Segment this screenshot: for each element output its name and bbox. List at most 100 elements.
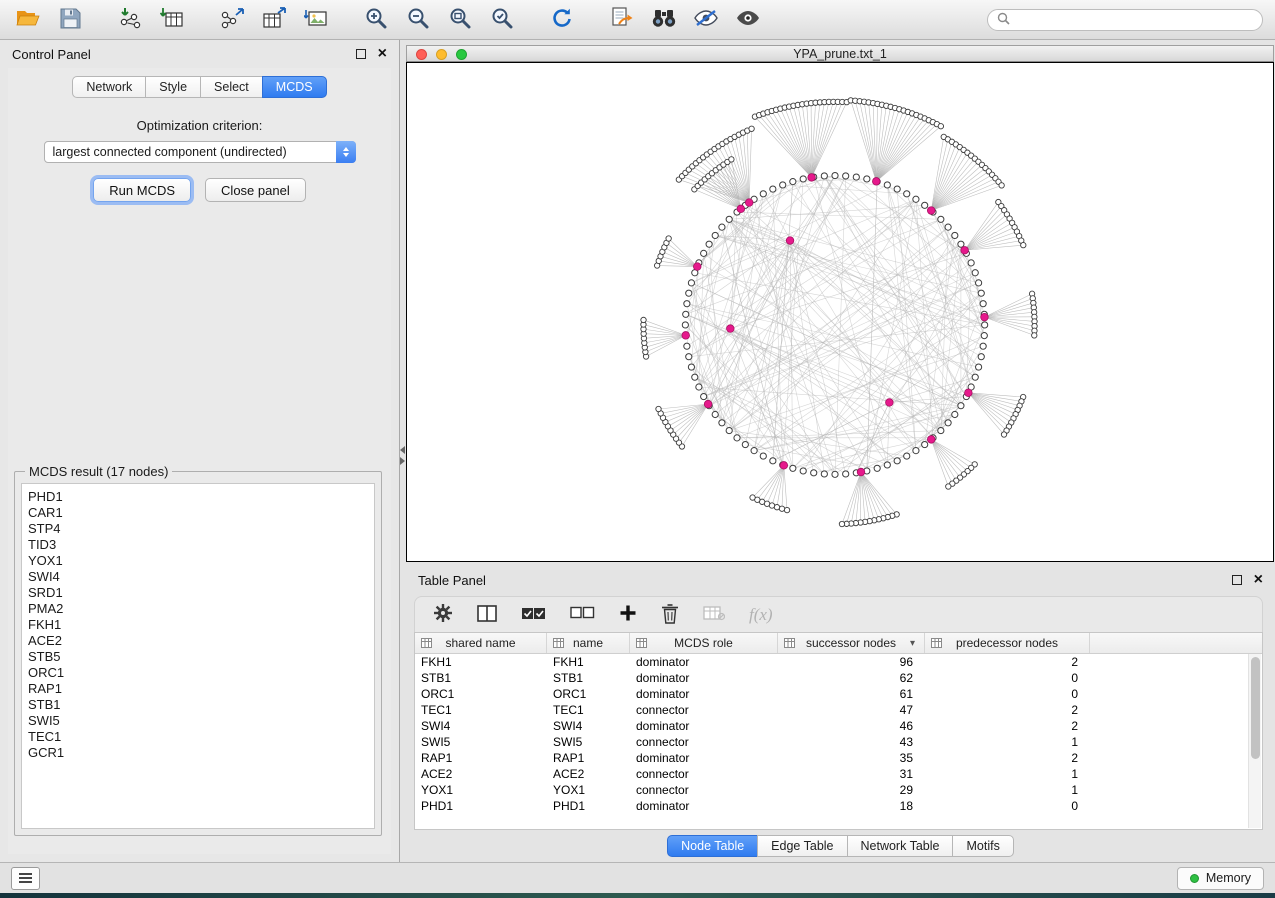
optimization-criterion-select[interactable]: largest connected component (undirected) bbox=[44, 141, 356, 163]
zoom-selected-button[interactable] bbox=[486, 5, 518, 35]
graph-node[interactable] bbox=[982, 322, 988, 328]
graph-node[interactable] bbox=[706, 241, 712, 247]
select-all-columns-button[interactable] bbox=[521, 605, 546, 625]
graph-node[interactable] bbox=[884, 182, 890, 188]
mcds-result-node[interactable]: CAR1 bbox=[28, 505, 368, 521]
table-row[interactable]: STB1STB1dominator620 bbox=[415, 670, 1262, 686]
graph-satellite-node[interactable] bbox=[784, 507, 789, 512]
graph-dominator-node[interactable] bbox=[704, 400, 712, 408]
graph-node[interactable] bbox=[972, 374, 978, 380]
table-row[interactable]: RAP1RAP1dominator352 bbox=[415, 750, 1262, 766]
graph-dominator-node[interactable] bbox=[857, 468, 865, 476]
graph-node[interactable] bbox=[726, 428, 732, 434]
graph-node[interactable] bbox=[894, 458, 900, 464]
graph-satellite-node[interactable] bbox=[779, 506, 784, 511]
close-panel-button[interactable]: × bbox=[378, 48, 387, 60]
graph-satellite-node[interactable] bbox=[999, 183, 1004, 188]
graph-node[interactable] bbox=[938, 216, 944, 222]
tab-edge-table[interactable]: Edge Table bbox=[757, 835, 847, 857]
graph-node[interactable] bbox=[980, 301, 986, 307]
graph-node[interactable] bbox=[770, 186, 776, 192]
graph-node[interactable] bbox=[952, 411, 958, 417]
graph-node[interactable] bbox=[853, 174, 859, 180]
mcds-result-node[interactable]: PHD1 bbox=[28, 489, 368, 505]
show-panels-menu-button[interactable] bbox=[11, 867, 40, 890]
graph-satellite-node[interactable] bbox=[749, 126, 754, 131]
hide-graphics-details-button[interactable] bbox=[690, 5, 722, 35]
graph-dominator-node[interactable] bbox=[727, 325, 735, 333]
graph-node[interactable] bbox=[800, 468, 806, 474]
graph-node[interactable] bbox=[696, 384, 702, 390]
share-document-button[interactable] bbox=[606, 5, 638, 35]
maximize-window-button[interactable] bbox=[456, 49, 467, 60]
graph-node[interactable] bbox=[981, 333, 987, 339]
graph-node[interactable] bbox=[684, 343, 690, 349]
graph-node[interactable] bbox=[913, 196, 919, 202]
tab-select[interactable]: Select bbox=[200, 76, 263, 98]
graph-node[interactable] bbox=[913, 448, 919, 454]
graph-node[interactable] bbox=[976, 280, 982, 286]
graph-dominator-node[interactable] bbox=[872, 178, 880, 186]
table-row[interactable]: SWI5SWI5connector431 bbox=[415, 734, 1262, 750]
column-header-name[interactable]: name bbox=[547, 633, 630, 653]
mcds-result-node[interactable]: SWI5 bbox=[28, 713, 368, 729]
graph-dominator-node[interactable] bbox=[693, 263, 701, 271]
close-mcds-panel-button[interactable]: Close panel bbox=[205, 178, 306, 202]
graph-node[interactable] bbox=[760, 191, 766, 197]
float-panel-button[interactable] bbox=[356, 49, 366, 59]
graph-node[interactable] bbox=[800, 176, 806, 182]
graph-satellite-node[interactable] bbox=[1032, 333, 1037, 338]
graph-dominator-node[interactable] bbox=[737, 205, 745, 213]
graph-node[interactable] bbox=[751, 448, 757, 454]
graph-node[interactable] bbox=[972, 270, 978, 276]
global-search-field[interactable] bbox=[987, 9, 1263, 31]
graph-dominator-node[interactable] bbox=[682, 332, 690, 340]
graph-node[interactable] bbox=[968, 260, 974, 266]
graph-node[interactable] bbox=[734, 435, 740, 441]
graph-node[interactable] bbox=[958, 403, 964, 409]
graph-node[interactable] bbox=[922, 441, 928, 447]
graph-node[interactable] bbox=[821, 471, 827, 477]
graph-dominator-node[interactable] bbox=[981, 313, 989, 321]
graph-node[interactable] bbox=[864, 176, 870, 182]
table-scrollbar[interactable] bbox=[1248, 654, 1261, 828]
table-row[interactable]: FKH1FKH1dominator962 bbox=[415, 654, 1262, 670]
graph-node[interactable] bbox=[712, 232, 718, 238]
deselect-all-columns-button[interactable] bbox=[570, 606, 595, 623]
graph-node[interactable] bbox=[686, 354, 692, 360]
zoom-out-button[interactable] bbox=[402, 5, 434, 35]
graph-satellite-node[interactable] bbox=[729, 157, 734, 162]
graph-node[interactable] bbox=[790, 179, 796, 185]
mcds-result-node[interactable]: STP4 bbox=[28, 521, 368, 537]
table-row[interactable]: SWI4SWI4dominator462 bbox=[415, 718, 1262, 734]
graph-node[interactable] bbox=[874, 465, 880, 471]
tab-network-table[interactable]: Network Table bbox=[847, 835, 954, 857]
function-builder-button[interactable]: f(x) bbox=[749, 605, 773, 625]
graph-node[interactable] bbox=[701, 393, 707, 399]
network-canvas[interactable] bbox=[406, 62, 1274, 562]
graph-node[interactable] bbox=[978, 354, 984, 360]
column-header-predecessor-nodes[interactable]: predecessor nodes bbox=[925, 633, 1090, 653]
tab-network[interactable]: Network bbox=[72, 76, 146, 98]
graph-dominator-node[interactable] bbox=[808, 174, 816, 182]
graph-node[interactable] bbox=[760, 453, 766, 459]
graph-node[interactable] bbox=[922, 202, 928, 208]
graph-satellite-node[interactable] bbox=[938, 124, 943, 129]
search-network-button[interactable] bbox=[648, 5, 680, 35]
graph-node[interactable] bbox=[952, 232, 958, 238]
graph-node[interactable] bbox=[701, 250, 707, 256]
graph-node[interactable] bbox=[682, 322, 688, 328]
import-table-button[interactable] bbox=[156, 5, 188, 35]
split-view-button[interactable] bbox=[477, 605, 497, 625]
graph-satellite-node[interactable] bbox=[750, 495, 755, 500]
table-row[interactable]: PHD1PHD1dominator180 bbox=[415, 798, 1262, 814]
graph-node[interactable] bbox=[884, 462, 890, 468]
table-row[interactable]: ACE2ACE2connector311 bbox=[415, 766, 1262, 782]
graph-satellite-node[interactable] bbox=[666, 236, 671, 241]
graph-node[interactable] bbox=[980, 343, 986, 349]
float-table-panel-button[interactable] bbox=[1232, 575, 1242, 585]
export-network-button[interactable] bbox=[216, 5, 248, 35]
tab-style[interactable]: Style bbox=[145, 76, 201, 98]
tab-node-table[interactable]: Node Table bbox=[667, 835, 758, 857]
graph-node[interactable] bbox=[719, 420, 725, 426]
